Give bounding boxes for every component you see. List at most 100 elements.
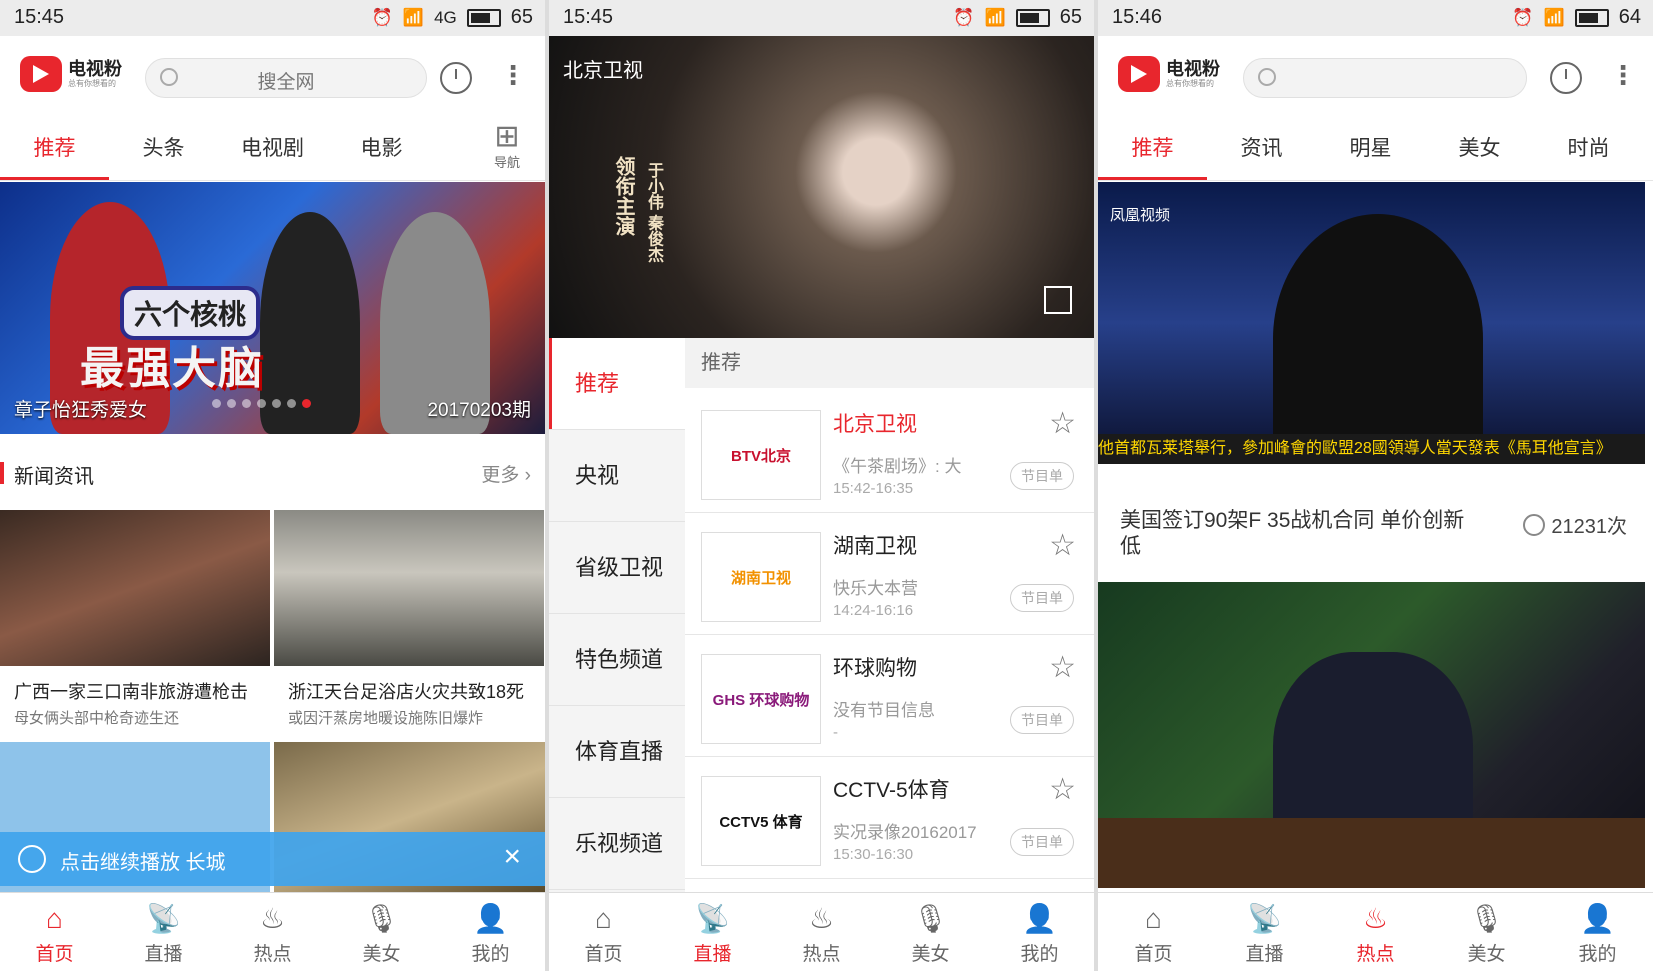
tab-recommend[interactable]: 推荐 <box>0 118 109 180</box>
nav-beauty[interactable]: 🎙 美女 <box>876 893 985 971</box>
close-icon[interactable]: × <box>503 840 521 874</box>
more-link[interactable]: 更多 › <box>481 460 531 487</box>
carousel-dots <box>212 399 311 408</box>
carousel-dot[interactable] <box>212 399 221 408</box>
status-time: 15:46 <box>1112 6 1163 28</box>
carousel-dot[interactable] <box>302 399 311 408</box>
nav-hot[interactable]: ♨ 热点 <box>1320 893 1431 971</box>
channel-name: 湖南卫视 <box>833 535 917 558</box>
more-menu-icon[interactable]: ⋮ <box>1610 60 1636 91</box>
news-title: 浙江天台足浴店火灾共致18死 <box>288 682 525 702</box>
app-logo[interactable]: 电视粉 总有你想看的 <box>1118 56 1220 92</box>
battery-level: 65 <box>510 6 533 28</box>
hero-episode: 20170203期 <box>427 400 531 421</box>
nav-me[interactable]: 👤 我的 <box>1542 893 1653 971</box>
microphone-icon: 🎙 <box>912 903 949 934</box>
channel-time: 14:24-16:16 <box>833 602 914 619</box>
search-input[interactable]: 搜全网 <box>145 58 427 98</box>
nav-hot[interactable]: ♨ 热点 <box>218 893 327 971</box>
channel-time: 15:42-16:35 <box>833 480 914 497</box>
satellite-icon: 📡 <box>146 903 181 934</box>
video-thumbnail[interactable]: 凤凰视频 他首都瓦莱塔舉行，參加峰會的歐盟28國領導人當天發表《馬耳他宣言》 <box>1098 182 1645 464</box>
video-player[interactable]: 北京卫视 领衔主演 于小伟 秦俊杰 <box>549 36 1094 338</box>
nav-label: 热点 <box>802 944 841 965</box>
microphone-icon: 🎙 <box>363 903 400 934</box>
tab-news[interactable]: 资讯 <box>1207 118 1316 180</box>
nav-beauty[interactable]: 🎙 美女 <box>1431 893 1542 971</box>
satellite-icon: 📡 <box>695 903 730 934</box>
carousel-dot[interactable] <box>287 399 296 408</box>
nav-label: 热点 <box>253 944 292 965</box>
star-icon[interactable]: ☆ <box>1049 406 1076 441</box>
tab-recommend[interactable]: 推荐 <box>1098 118 1207 180</box>
channel-program: 《午茶剧场》: 大 <box>833 457 962 476</box>
resume-playback-bar[interactable]: 点击继续播放 长城 × <box>0 832 545 886</box>
channel-row[interactable]: 湖南卫视 湖南卫视 快乐大本营 14:24-16:16 ☆ 节目单 <box>685 512 1094 635</box>
schedule-button[interactable]: 节目单 <box>1010 462 1074 490</box>
status-bar: 15:46 ⏰ 📶 64 <box>1098 0 1653 36</box>
category-letv[interactable]: 乐视频道 <box>549 798 685 890</box>
news-title: 广西一家三口南非旅游遭枪击 <box>14 682 248 702</box>
nav-home[interactable]: ⌂ 首页 <box>0 893 109 971</box>
carousel-dot[interactable] <box>242 399 251 408</box>
history-icon[interactable] <box>1550 62 1582 94</box>
tab-beauty[interactable]: 美女 <box>1425 118 1534 180</box>
channel-row[interactable]: GHS 环球购物 环球购物 没有节目信息 - ☆ 节目单 <box>685 634 1094 757</box>
flame-icon: ♨ <box>259 903 286 934</box>
tab-fashion[interactable]: 时尚 <box>1534 118 1643 180</box>
video-title[interactable]: 美国签订90架F 35战机合同 单价创新低 <box>1120 508 1480 560</box>
tab-stars[interactable]: 明星 <box>1316 118 1425 180</box>
nav-live[interactable]: 📡 直播 <box>109 893 218 971</box>
carousel-dot[interactable] <box>257 399 266 408</box>
alarm-icon: ⏰ <box>953 7 975 27</box>
video-thumbnail[interactable] <box>1098 582 1645 888</box>
category-sports[interactable]: 体育直播 <box>549 706 685 798</box>
carousel-dot[interactable] <box>227 399 236 408</box>
tab-movies[interactable]: 电影 <box>327 118 436 180</box>
carousel-dot[interactable] <box>272 399 281 408</box>
star-icon[interactable]: ☆ <box>1049 650 1076 685</box>
star-icon[interactable]: ☆ <box>1049 772 1076 807</box>
screen-hot: 15:46 ⏰ 📶 64 电视粉 总有你想看的 ⋮ 推荐 资讯 明星 美女 时尚… <box>1098 0 1653 971</box>
more-menu-icon[interactable]: ⋮ <box>500 60 526 91</box>
satellite-icon: 📡 <box>1247 903 1282 934</box>
nav-label: 美女 <box>911 944 950 965</box>
play-icon <box>1523 514 1546 536</box>
category-provincial[interactable]: 省级卫视 <box>549 522 685 614</box>
screen-home: 15:45 ⏰ 📶 4G 65 电视粉 总有你想看的 搜全网 ⋮ 推荐 头条 电… <box>0 0 545 971</box>
nav-grid-button[interactable]: ⊞ 导航 <box>477 122 537 171</box>
nav-hot[interactable]: ♨ 热点 <box>767 893 876 971</box>
hero-carousel[interactable]: 六个核桃 最强大脑 章子怡狂秀爱女 20170203期 <box>0 182 545 434</box>
category-recommend[interactable]: 推荐 <box>549 338 685 430</box>
news-card[interactable]: 浙江天台足浴店火灾共致18死 或因汗蒸房地暖设施陈旧爆炸 <box>274 510 544 728</box>
nav-home[interactable]: ⌂ 首页 <box>1098 893 1209 971</box>
schedule-button[interactable]: 节目单 <box>1010 584 1074 612</box>
tab-tv-series[interactable]: 电视剧 <box>218 118 327 180</box>
screen-live: 15:45 ⏰ 📶 65 北京卫视 领衔主演 于小伟 秦俊杰 推荐 央视 省级卫… <box>549 0 1094 971</box>
history-icon[interactable] <box>440 62 472 94</box>
channel-row[interactable]: CCTV5 体育 CCTV-5体育 实况录像20162017 15:30-16:… <box>685 756 1094 879</box>
schedule-button[interactable]: 节目单 <box>1010 828 1074 856</box>
battery-icon <box>1015 8 1050 27</box>
news-card[interactable]: 广西一家三口南非旅游遭枪击 母女俩头部中枪奇迹生还 <box>0 510 270 728</box>
tab-headlines[interactable]: 头条 <box>109 118 218 180</box>
channel-row[interactable]: BTV北京 北京卫视 《午茶剧场》: 大 15:42-16:35 ☆ 节目单 <box>685 390 1094 513</box>
category-cctv[interactable]: 央视 <box>549 430 685 522</box>
battery-level: 65 <box>1059 6 1082 28</box>
nav-live[interactable]: 📡 直播 <box>658 893 767 971</box>
nav-label: 我的 <box>471 944 510 965</box>
app-logo[interactable]: 电视粉 总有你想看的 <box>20 56 122 92</box>
category-featured[interactable]: 特色频道 <box>549 614 685 706</box>
nav-beauty[interactable]: 🎙 美女 <box>327 893 436 971</box>
fullscreen-icon[interactable] <box>1044 286 1072 314</box>
nav-me[interactable]: 👤 我的 <box>985 893 1094 971</box>
nav-home[interactable]: ⌂ 首页 <box>549 893 658 971</box>
schedule-button[interactable]: 节目单 <box>1010 706 1074 734</box>
nav-label: 我的 <box>1578 944 1617 965</box>
home-icon: ⌂ <box>46 903 63 934</box>
search-input[interactable] <box>1243 58 1527 98</box>
nav-live[interactable]: 📡 直播 <box>1209 893 1320 971</box>
nav-me[interactable]: 👤 我的 <box>436 893 545 971</box>
star-icon[interactable]: ☆ <box>1049 528 1076 563</box>
hero-show-title: 最强大脑 <box>80 344 264 393</box>
